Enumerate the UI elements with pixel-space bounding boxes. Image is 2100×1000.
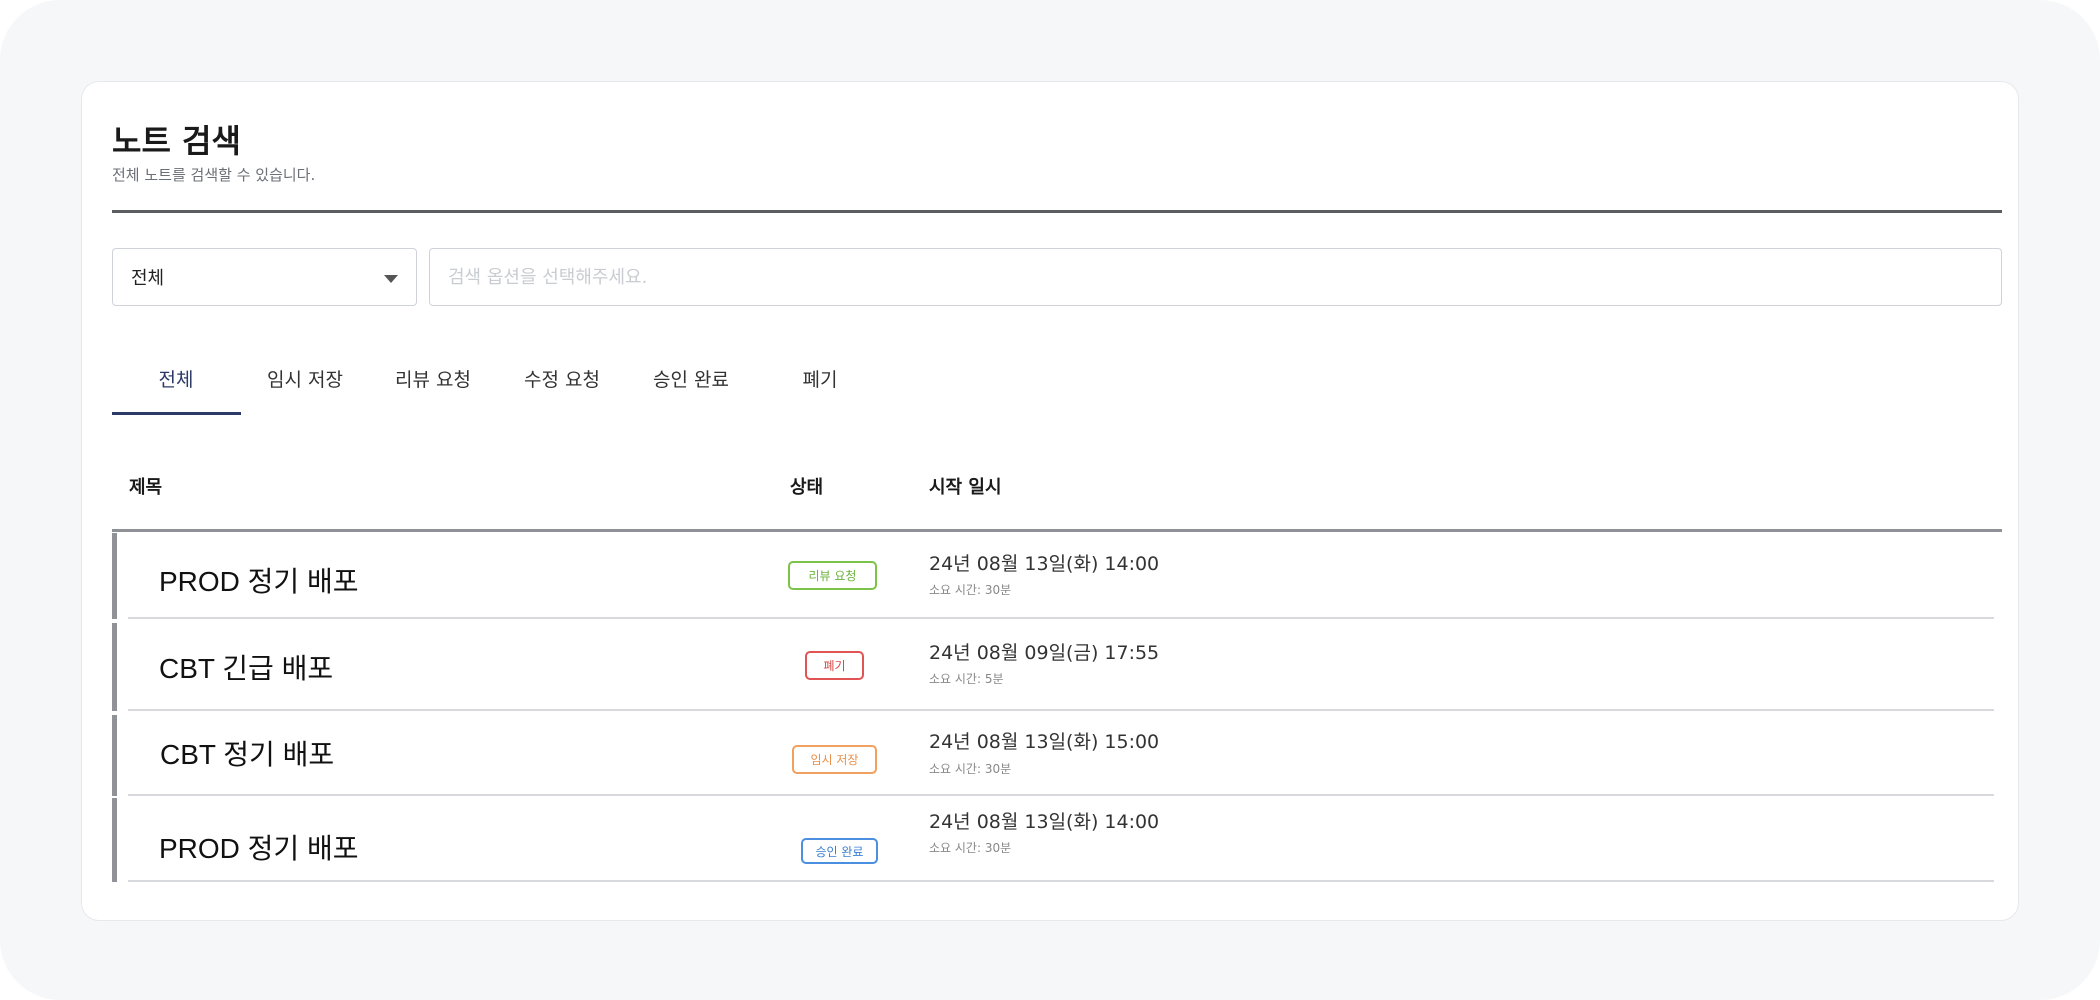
column-header-title: 제목 <box>129 477 163 498</box>
start-date: 24년 08월 09일(금) 17:55 <box>929 642 1160 664</box>
tab-label: 임시 저장 <box>267 369 343 391</box>
tab-label: 리뷰 요청 <box>395 369 471 391</box>
duration: 소요 시간: 30분 <box>929 762 1012 776</box>
tab-all[interactable]: 전체 <box>112 364 240 424</box>
start-date: 24년 08월 13일(화) 15:00 <box>929 731 1160 753</box>
table-row[interactable]: CBT 긴급 배포 폐기 24년 08월 09일(금) 17:55 소요 시간:… <box>112 623 2002 711</box>
column-header-status: 상태 <box>790 477 824 498</box>
tab-review-request[interactable]: 리뷰 요청 <box>369 364 497 424</box>
row-accent-bar <box>112 798 117 882</box>
tab-label: 전체 <box>158 369 194 391</box>
tab-label: 수정 요청 <box>524 369 600 391</box>
note-title: CBT 긴급 배포 <box>159 653 334 684</box>
status-badge: 임시 저장 <box>792 745 877 774</box>
tab-label: 폐기 <box>802 369 838 391</box>
search-input[interactable] <box>429 248 2002 306</box>
table-row[interactable]: PROD 정기 배포 승인 완료 24년 08월 13일(화) 14:00 소요… <box>112 798 2002 882</box>
tab-discarded[interactable]: 폐기 <box>756 364 884 424</box>
note-title: PROD 정기 배포 <box>159 833 359 864</box>
note-title: CBT 정기 배포 <box>160 739 335 770</box>
status-badge: 폐기 <box>805 651 864 680</box>
row-divider <box>128 709 1994 711</box>
duration: 소요 시간: 30분 <box>929 841 1012 855</box>
chevron-down-icon <box>384 275 398 283</box>
title-divider <box>112 210 2002 213</box>
tab-approved[interactable]: 승인 완료 <box>627 364 755 424</box>
active-tab-indicator <box>112 412 241 415</box>
column-header-start-date: 시작 일시 <box>929 477 1002 498</box>
start-date: 24년 08월 13일(화) 14:00 <box>929 553 1160 575</box>
tab-label: 승인 완료 <box>653 369 729 391</box>
table-row[interactable]: CBT 정기 배포 임시 저장 24년 08월 13일(화) 15:00 소요 … <box>112 715 2002 796</box>
table-row[interactable]: PROD 정기 배포 리뷰 요청 24년 08월 13일(화) 14:00 소요… <box>112 533 2002 619</box>
note-search-card: 노트 검색 전체 노트를 검색할 수 있습니다. 전체 전체 임시 저장 리뷰 … <box>81 81 2019 921</box>
note-title: PROD 정기 배포 <box>159 566 359 597</box>
start-date: 24년 08월 13일(화) 14:00 <box>929 811 1160 833</box>
status-badge: 리뷰 요청 <box>788 561 877 590</box>
tab-revision-request[interactable]: 수정 요청 <box>498 364 626 424</box>
search-category-select[interactable]: 전체 <box>112 248 417 306</box>
page-subtitle: 전체 노트를 검색할 수 있습니다. <box>112 166 316 184</box>
status-badge: 승인 완료 <box>801 838 878 864</box>
tab-draft[interactable]: 임시 저장 <box>241 364 369 424</box>
row-divider <box>128 880 1994 882</box>
row-divider <box>128 617 1994 619</box>
search-category-value: 전체 <box>131 268 165 289</box>
row-accent-bar <box>112 715 117 796</box>
row-divider <box>128 794 1994 796</box>
row-accent-bar <box>112 533 117 619</box>
duration: 소요 시간: 5분 <box>929 672 1004 686</box>
duration: 소요 시간: 30분 <box>929 583 1012 597</box>
table-header-divider <box>112 529 2002 532</box>
row-accent-bar <box>112 623 117 711</box>
page-title: 노트 검색 <box>112 122 241 160</box>
